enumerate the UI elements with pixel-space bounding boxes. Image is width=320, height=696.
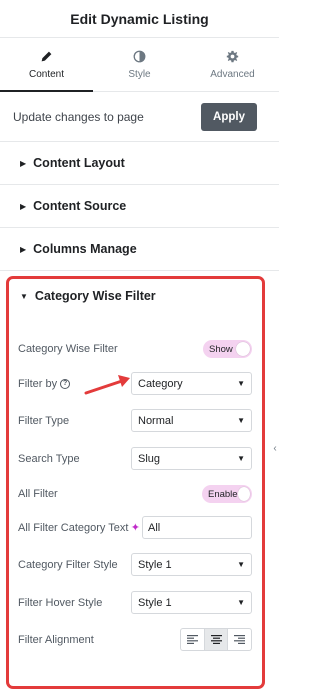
field-label: Filter Hover Style bbox=[18, 596, 103, 609]
category-wise-filter-row: Category Wise Filter Show bbox=[18, 340, 252, 358]
collapse-handle-icon[interactable]: ‹ bbox=[271, 437, 279, 459]
caret-right-icon: ▶ bbox=[20, 201, 27, 211]
search-type-row: Search Type Slug ▼ bbox=[18, 447, 252, 470]
caret-right-icon: ▶ bbox=[20, 158, 27, 168]
half-circle-icon bbox=[133, 50, 146, 62]
chevron-down-icon: ▼ bbox=[237, 379, 245, 388]
field-label: Filter Alignment bbox=[18, 633, 94, 646]
field-label: Category Filter Style bbox=[18, 558, 118, 571]
align-left-icon bbox=[186, 635, 198, 644]
all-filter-text-input[interactable]: All bbox=[142, 516, 252, 539]
update-text: Update changes to page bbox=[13, 109, 144, 124]
field-label: Category Wise Filter bbox=[18, 343, 118, 355]
filter-hover-style-select[interactable]: Style 1 ▼ bbox=[131, 591, 252, 614]
all-filter-text-row: All Filter Category Text ✦ All bbox=[18, 516, 252, 539]
dynamic-tags-icon[interactable]: ✦ bbox=[131, 521, 140, 534]
toggle-label: Enable bbox=[208, 488, 238, 500]
all-filter-row: All Filter Enable bbox=[18, 485, 252, 503]
all-filter-toggle[interactable]: Enable bbox=[202, 485, 252, 503]
tab-advanced-label: Advanced bbox=[210, 68, 255, 80]
help-icon[interactable]: ? bbox=[60, 378, 71, 389]
pencil-icon bbox=[41, 51, 52, 61]
select-value: Style 1 bbox=[138, 558, 172, 571]
align-left-button[interactable] bbox=[181, 629, 205, 650]
filter-hover-style-row: Filter Hover Style Style 1 ▼ bbox=[18, 591, 252, 614]
toggle-knob bbox=[236, 342, 250, 356]
gear-icon bbox=[226, 50, 239, 62]
panel-header: Edit Dynamic Listing bbox=[0, 0, 279, 38]
field-label: All Filter bbox=[18, 488, 58, 500]
apply-button[interactable]: Apply bbox=[201, 102, 257, 131]
search-type-select[interactable]: Slug ▼ bbox=[131, 447, 252, 470]
section-label: Columns Manage bbox=[33, 242, 137, 256]
tab-style-label: Style bbox=[128, 68, 151, 80]
toggle-knob bbox=[237, 487, 250, 501]
filter-by-label: Filter by bbox=[18, 377, 58, 390]
category-filter-style-row: Category Filter Style Style 1 ▼ bbox=[18, 553, 252, 576]
caret-right-icon: ▶ bbox=[20, 244, 27, 254]
tab-bar: Content Style Advanced bbox=[0, 38, 279, 92]
section-content-source[interactable]: ▶ Content Source bbox=[0, 185, 279, 228]
section-label: Category Wise Filter bbox=[34, 289, 156, 303]
section-label: Content Source bbox=[33, 199, 127, 213]
caret-down-icon: ▼ bbox=[20, 291, 28, 301]
chevron-down-icon: ▼ bbox=[237, 454, 245, 463]
panel-title: Edit Dynamic Listing bbox=[70, 10, 209, 27]
field-label: Filter by ? bbox=[18, 377, 71, 390]
tab-style[interactable]: Style bbox=[93, 38, 186, 91]
align-center-button[interactable] bbox=[204, 629, 229, 650]
field-label: Filter Type bbox=[18, 414, 70, 427]
align-right-button[interactable] bbox=[228, 629, 251, 650]
tab-advanced[interactable]: Advanced bbox=[186, 38, 279, 91]
apply-row: Update changes to page Apply bbox=[0, 92, 279, 142]
select-value: Category bbox=[138, 377, 183, 390]
chevron-down-icon: ▼ bbox=[237, 598, 245, 607]
field-label: All Filter Category Text bbox=[18, 521, 129, 534]
filter-type-row: Filter Type Normal ▼ bbox=[18, 409, 252, 432]
category-filter-style-select[interactable]: Style 1 ▼ bbox=[131, 553, 252, 576]
annotation-arrow-icon bbox=[84, 375, 130, 395]
filter-type-select[interactable]: Normal ▼ bbox=[131, 409, 252, 432]
select-value: Normal bbox=[138, 414, 174, 427]
section-label: Content Layout bbox=[33, 156, 125, 170]
section-columns-manage[interactable]: ▶ Columns Manage bbox=[0, 228, 279, 271]
chevron-down-icon: ▼ bbox=[237, 560, 245, 569]
field-label: Search Type bbox=[18, 452, 80, 465]
select-value: Slug bbox=[138, 452, 161, 465]
filter-by-select[interactable]: Category ▼ bbox=[131, 372, 252, 395]
align-right-icon bbox=[234, 635, 246, 644]
section-category-wise-filter[interactable]: ▼ Category Wise Filter bbox=[20, 289, 156, 303]
section-content-layout[interactable]: ▶ Content Layout bbox=[0, 142, 279, 185]
alignment-control bbox=[180, 628, 252, 651]
tab-content-label: Content bbox=[28, 68, 65, 80]
filter-by-row: Filter by ? Category ▼ bbox=[18, 372, 252, 395]
filter-alignment-row: Filter Alignment bbox=[18, 628, 252, 651]
align-center-icon bbox=[210, 635, 222, 644]
input-value: All bbox=[148, 521, 161, 534]
select-value: Style 1 bbox=[138, 596, 172, 609]
tab-content[interactable]: Content bbox=[0, 38, 93, 92]
chevron-down-icon: ▼ bbox=[237, 416, 245, 425]
toggle-label: Show bbox=[209, 343, 233, 355]
category-filter-toggle[interactable]: Show bbox=[203, 340, 252, 358]
